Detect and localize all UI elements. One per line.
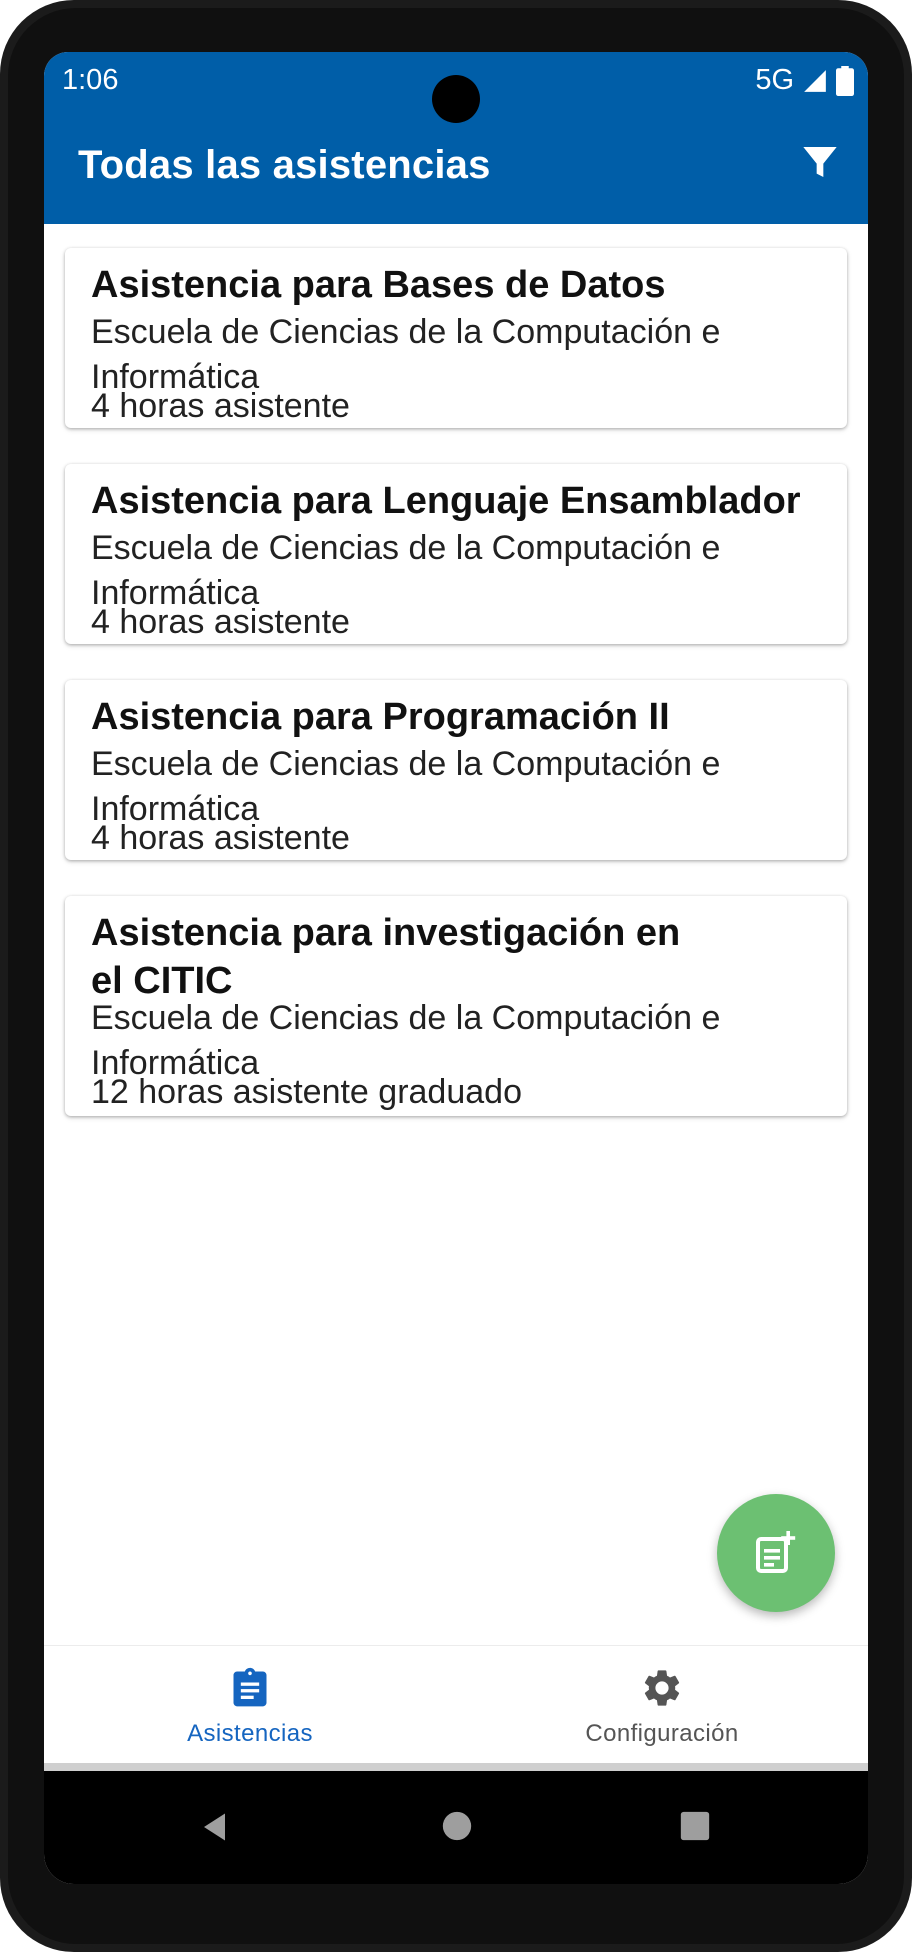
recents-icon[interactable] xyxy=(678,1809,712,1843)
status-icons: 5G xyxy=(755,64,854,97)
filter-icon[interactable] xyxy=(800,142,840,182)
status-time: 1:06 xyxy=(62,64,119,96)
assistance-card[interactable]: Asistencia para investigación en el CITI… xyxy=(65,896,847,1116)
card-title: Asistencia para Lenguaje Ensamblador xyxy=(91,480,801,522)
home-icon[interactable] xyxy=(440,1809,474,1843)
assistance-card[interactable]: Asistencia para Programación II Escuela … xyxy=(65,680,847,860)
nav-item-asistencias[interactable]: Asistencias xyxy=(44,1646,456,1764)
add-note-icon xyxy=(756,1531,796,1573)
nav-divider xyxy=(44,1763,868,1771)
nav-label-asistencias: Asistencias xyxy=(187,1720,313,1747)
app-bar: 1:06 5G Todas las asistencias xyxy=(44,52,868,224)
assistance-card[interactable]: Asistencia para Bases de Datos Escuela d… xyxy=(65,248,847,428)
card-title: Asistencia para Bases de Datos xyxy=(91,264,666,306)
card-title: Asistencia para investigación en el CITI… xyxy=(91,912,681,1002)
clipboard-icon xyxy=(233,1667,267,1707)
nav-item-configuracion[interactable]: Configuración xyxy=(456,1646,868,1764)
add-assistance-button[interactable] xyxy=(717,1494,835,1612)
system-navigation-bar xyxy=(44,1771,868,1884)
assistance-card[interactable]: Asistencia para Lenguaje Ensamblador Esc… xyxy=(65,464,847,644)
camera-cutout xyxy=(432,75,480,123)
card-hours: 12 horas asistente graduado xyxy=(91,1073,522,1111)
bottom-navigation: Asistencias Configuración xyxy=(44,1645,868,1764)
page-title: Todas las asistencias xyxy=(78,143,491,187)
nav-label-configuracion: Configuración xyxy=(585,1720,739,1747)
card-title: Asistencia para Programación II xyxy=(91,696,670,738)
gear-icon xyxy=(644,1670,680,1706)
network-label: 5G xyxy=(755,64,794,96)
signal-icon xyxy=(804,69,826,92)
card-hours: 4 horas asistente xyxy=(91,819,350,857)
card-hours: 4 horas asistente xyxy=(91,603,350,641)
card-hours: 4 horas asistente xyxy=(91,387,350,425)
back-icon[interactable] xyxy=(198,1809,234,1845)
battery-icon xyxy=(836,65,854,96)
screen: 1:06 5G Todas las asistencias Asistencia… xyxy=(44,52,868,1884)
